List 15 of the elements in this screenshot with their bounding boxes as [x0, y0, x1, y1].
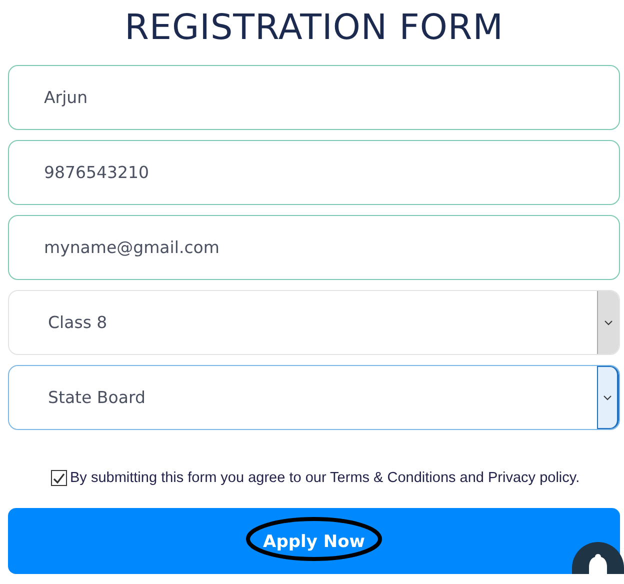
text-input[interactable]: 9876543210	[9, 163, 619, 182]
text-input[interactable]: Arjun	[9, 88, 619, 107]
dropdown-field[interactable]: State Board	[8, 365, 620, 430]
chevron-down-icon	[604, 320, 613, 326]
form-title: REGISTRATION FORM	[124, 8, 504, 48]
agreement-text: By submitting this form you agree to our Terms & Conditions and Privacy policy.	[70, 470, 580, 486]
input-field[interactable]: myname@gmail.com	[8, 215, 620, 280]
text-input[interactable]: myname@gmail.com	[9, 238, 619, 257]
checkbox[interactable]	[51, 470, 67, 486]
chevron-down-icon	[603, 394, 612, 400]
input-field[interactable]: 9876543210	[8, 140, 620, 205]
bell-icon	[586, 554, 610, 574]
dropdown-field[interactable]: Class 8	[8, 290, 620, 355]
apply-button[interactable]: Apply Now	[8, 508, 620, 574]
input-field[interactable]: Arjun	[8, 65, 620, 130]
